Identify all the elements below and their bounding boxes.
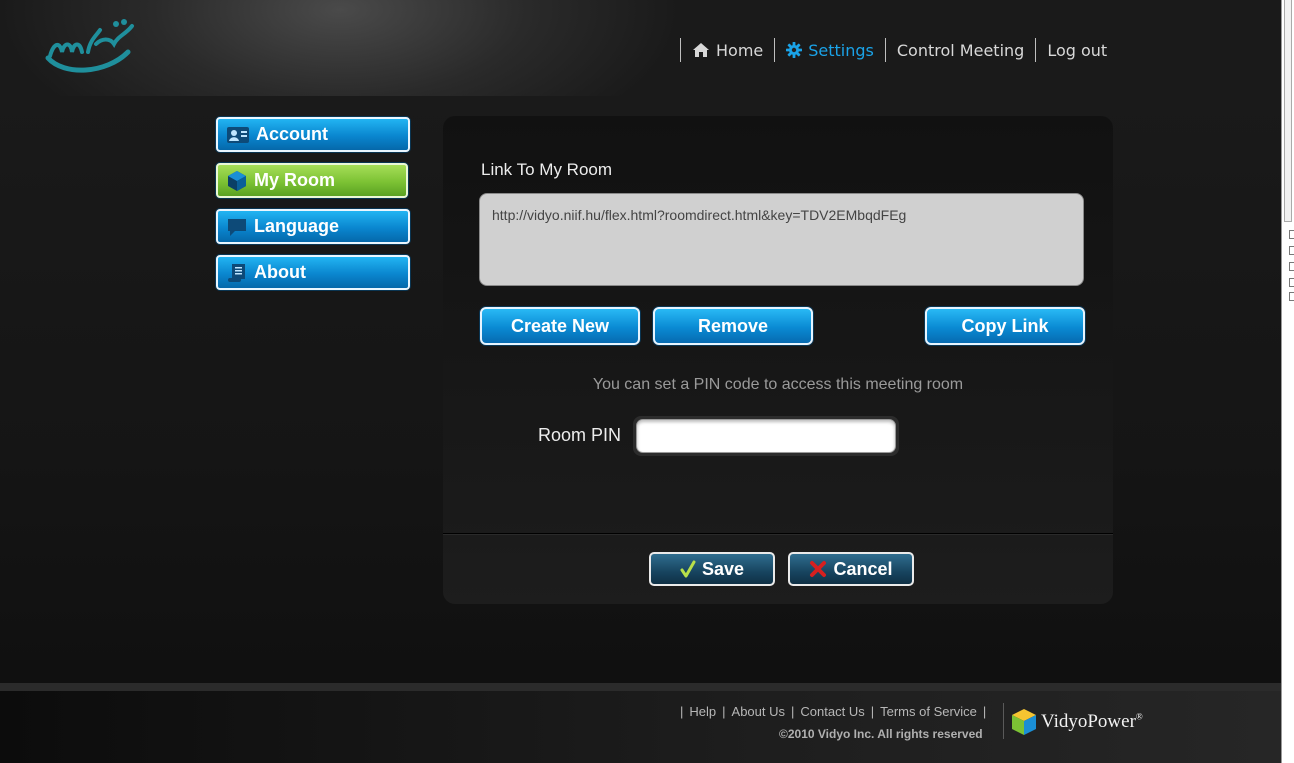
room-pin-wrapper [633, 416, 899, 456]
close-icon [810, 561, 827, 577]
speech-bubble-icon [228, 218, 246, 236]
cancel-button[interactable]: Cancel [788, 552, 914, 586]
sidebar-item-account[interactable]: Account [216, 117, 410, 152]
page-scrollbar[interactable] [1281, 0, 1294, 763]
save-button-label: Save [701, 558, 745, 579]
nav-settings-label: Settings [808, 40, 874, 60]
top-navigation: Home Settings Control Meeting Log out [669, 37, 1107, 63]
nav-settings[interactable]: Settings [786, 41, 874, 60]
nav-home[interactable]: Home [692, 41, 763, 60]
sidebar-item-language[interactable]: Language [216, 209, 410, 244]
scroll-icon [228, 263, 245, 282]
registered-mark: ® [1135, 711, 1143, 722]
sidebar-item-my-room[interactable]: My Room [216, 163, 408, 198]
create-new-button[interactable]: Create New [480, 307, 640, 345]
room-pin-label: Room PIN [538, 425, 622, 445]
footer-vertical-separator [1003, 703, 1004, 739]
footer-link-help[interactable]: Help [689, 704, 716, 719]
room-cube-icon [228, 170, 246, 191]
copyright-text: ©2010 Vidyo Inc. All rights reserved [779, 727, 983, 741]
cancel-button-label: Cancel [833, 558, 893, 579]
niif-logo [45, 19, 134, 73]
room-link-field[interactable]: http://vidyo.niif.hu/flex.html?roomdirec… [479, 193, 1084, 286]
footer-separator: | [722, 704, 726, 719]
edge-marker [1289, 292, 1294, 301]
brand-name: VidyoPower® [1041, 711, 1143, 733]
save-button[interactable]: Save [649, 552, 775, 586]
edge-marker [1289, 230, 1294, 239]
footer-links: | Help | About Us | Contact Us | Terms o… [674, 704, 992, 719]
nav-separator [774, 38, 776, 62]
nav-control-meeting-label: Control Meeting [896, 40, 1025, 60]
nav-control-meeting[interactable]: Control Meeting [897, 41, 1024, 60]
nav-logout-label: Log out [1047, 40, 1108, 60]
sidebar-item-label: Language [254, 216, 340, 236]
sidebar-item-label: About [254, 262, 306, 282]
footer-link-about-us[interactable]: About Us [732, 704, 785, 719]
sidebar-item-label: Account [256, 124, 328, 144]
edge-marker [1289, 246, 1294, 255]
panel-title: Link To My Room [481, 160, 613, 179]
home-icon [693, 43, 709, 57]
app-window: Home Settings Control Meeting Log out Ac… [0, 0, 1281, 763]
footer-separator: | [791, 704, 795, 719]
my-room-panel: Link To My Room http://vidyo.niif.hu/fle… [443, 116, 1113, 604]
panel-divider [443, 533, 1113, 535]
remove-button[interactable]: Remove [653, 307, 813, 345]
footer-separator: | [982, 704, 987, 719]
nav-separator [884, 38, 886, 62]
footer-link-terms[interactable]: Terms of Service [880, 704, 977, 719]
scrollbar-thumb[interactable] [1284, 0, 1292, 222]
nav-logout[interactable]: Log out [1047, 41, 1107, 60]
sidebar-item-about[interactable]: About [216, 255, 410, 290]
header: Home Settings Control Meeting Log out [0, 0, 1281, 96]
pin-hint-text: You can set a PIN code to access this me… [592, 376, 964, 393]
edge-marker [1289, 262, 1294, 271]
footer: | Help | About Us | Contact Us | Terms o… [0, 691, 1281, 763]
footer-separator: | [680, 704, 684, 719]
room-pin-input[interactable] [636, 419, 896, 453]
nav-home-label: Home [716, 40, 764, 60]
nav-separator [680, 38, 681, 62]
edge-marker [1289, 278, 1294, 287]
nav-separator [1035, 38, 1037, 62]
footer-top-bar [0, 683, 1281, 691]
gear-icon [786, 42, 803, 58]
footer-separator: | [870, 704, 875, 719]
copy-link-button[interactable]: Copy Link [925, 307, 1085, 345]
account-card-icon [227, 126, 249, 143]
checkmark-icon [680, 560, 696, 578]
vidyopower-brand: VidyoPower® [1011, 708, 1143, 736]
sidebar-item-label: My Room [254, 170, 335, 190]
vidyo-cube-logo-icon [1012, 709, 1036, 735]
footer-link-contact-us[interactable]: Contact Us [800, 704, 864, 719]
brand-name-text: VidyoPower [1041, 711, 1136, 732]
